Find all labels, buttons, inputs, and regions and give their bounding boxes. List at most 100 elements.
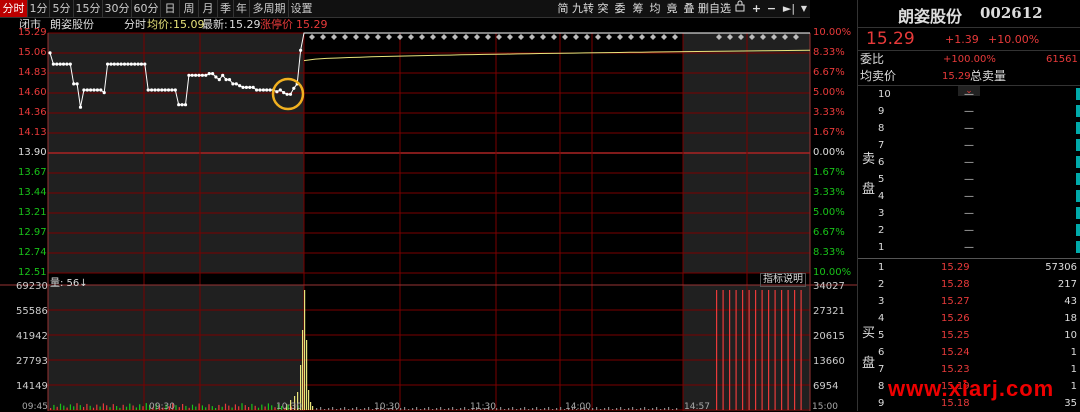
breakout-button[interactable]: 突 (596, 0, 610, 17)
sell-order-row[interactable]: 1— (858, 239, 1080, 256)
step-forward-icon[interactable]: ►| (781, 0, 797, 17)
order-level: 3 (878, 296, 885, 307)
limit-marker (397, 34, 403, 40)
limit-marker (309, 34, 315, 40)
volume-bar (761, 290, 763, 410)
order-level: 2 (878, 225, 885, 236)
tab-15min[interactable]: 15分 (74, 0, 103, 17)
sell-order-row[interactable]: 2— (858, 222, 1080, 239)
volume-label: 量: 56↓ (50, 278, 88, 289)
volume-tick: 41942 (16, 331, 48, 342)
price-point (58, 62, 62, 66)
price-point (126, 62, 130, 66)
price-tick: 14.83 (18, 67, 47, 78)
limit-marker (562, 34, 568, 40)
order-price: — (964, 242, 974, 253)
limit-marker (606, 34, 612, 40)
tab-quarter[interactable]: 季 (218, 0, 234, 17)
volume-bar (735, 290, 737, 410)
price-point (275, 90, 279, 94)
nine-turn-button[interactable]: 九转 (572, 0, 594, 17)
price-point (72, 82, 76, 86)
tab-settings[interactable]: 设置 (289, 0, 314, 17)
volume-tick-right: 34027 (813, 281, 845, 292)
buy-order-row[interactable]: 3 15.27 43 (858, 293, 1080, 310)
buy-side-label-1: 买 (862, 326, 876, 341)
price-tick: 12.51 (18, 267, 47, 278)
sell-order-row[interactable]: 8— (858, 120, 1080, 137)
delete-favorite-button[interactable]: 删自选 (698, 0, 731, 17)
order-ratio-label: 委比 (860, 52, 885, 66)
price-tick: 13.44 (18, 187, 47, 198)
dropdown-icon[interactable]: ▼ (799, 0, 809, 17)
zoom-out-icon[interactable]: − (765, 0, 778, 17)
tab-fenshi[interactable]: 分时 (0, 0, 28, 17)
price-point (156, 88, 160, 92)
simple-button[interactable]: 简 (556, 0, 570, 17)
buy-order-row[interactable]: 4 15.26 18 (858, 310, 1080, 327)
sell-order-row[interactable]: 7— (858, 137, 1080, 154)
order-volume: 18 (1064, 313, 1077, 324)
price-point (122, 62, 127, 66)
limit-marker (595, 34, 601, 40)
tab-30min[interactable]: 30分 (103, 0, 132, 17)
intraday-chart[interactable] (0, 17, 857, 411)
volume-bar (787, 290, 789, 410)
price-point (61, 62, 66, 66)
volume-bar (755, 290, 757, 410)
buy-order-row[interactable]: 6 15.24 1 (858, 344, 1080, 361)
order-button[interactable]: 委 (613, 0, 627, 17)
tab-month[interactable]: 月 (199, 0, 218, 17)
indicator-help-button[interactable]: 指标说明 (760, 273, 806, 287)
price-point (102, 91, 106, 95)
stock-name: 朗姿股份 (898, 7, 963, 26)
tab-60min[interactable]: 60分 (132, 0, 161, 17)
sell-order-row[interactable]: 9— (858, 103, 1080, 120)
order-bar (1076, 190, 1080, 202)
lock-icon[interactable] (733, 0, 747, 17)
sell-order-row[interactable]: 6— (858, 154, 1080, 171)
price-point (200, 73, 204, 77)
price-tick: 14.60 (18, 87, 47, 98)
volume-tick-right: 13660 (813, 356, 845, 367)
price-tick: 14.36 (18, 107, 47, 118)
tab-1min[interactable]: 1分 (28, 0, 50, 17)
sell-order-row[interactable]: 4— (858, 188, 1080, 205)
buy-order-row[interactable]: 5 15.25 10 (858, 327, 1080, 344)
tab-multi-period[interactable]: 多周期 (250, 0, 289, 17)
tab-day[interactable]: 日 (161, 0, 180, 17)
sell-order-row[interactable]: 5— (858, 171, 1080, 188)
order-level: 5 (878, 330, 885, 341)
zoom-in-icon[interactable]: + (750, 0, 763, 17)
buy-order-row[interactable]: 2 15.28 217 (858, 276, 1080, 293)
volume-bar (800, 290, 802, 410)
price-point (234, 82, 238, 86)
order-price: 15.27 (941, 296, 970, 307)
sell-order-row[interactable]: 10 — (858, 86, 1080, 103)
limit-marker (529, 34, 535, 40)
average-button[interactable]: 均 (648, 0, 662, 17)
price-point (55, 62, 59, 66)
stock-header: 朗姿股份 002612 (858, 0, 1080, 28)
order-level: 9 (878, 106, 885, 117)
chips-button[interactable]: 筹 (631, 0, 645, 17)
avg-sell-value: 15.29 (942, 71, 971, 82)
tab-5min[interactable]: 5分 (50, 0, 74, 17)
buy-side-label-2: 盘 (862, 356, 876, 371)
order-volume: 57306 (1045, 262, 1077, 273)
auction-button[interactable]: 竟 (665, 0, 679, 17)
price-point (65, 62, 69, 66)
order-level: 2 (878, 279, 885, 290)
buy-order-row[interactable]: 1 15.29 57306 (858, 259, 1080, 276)
limit-marker (518, 34, 524, 40)
watermark-text: www.xiarj.com (888, 376, 1055, 401)
sell-order-row[interactable]: 3— (858, 205, 1080, 222)
price-point (85, 88, 89, 92)
tab-week[interactable]: 周 (180, 0, 199, 17)
overlay-button[interactable]: 叠 (682, 0, 696, 17)
order-level: 4 (878, 191, 885, 202)
pct-tick: 10.00% (813, 267, 852, 278)
tab-year[interactable]: 年 (234, 0, 250, 17)
price-point (119, 62, 123, 66)
order-price: — (964, 89, 974, 100)
